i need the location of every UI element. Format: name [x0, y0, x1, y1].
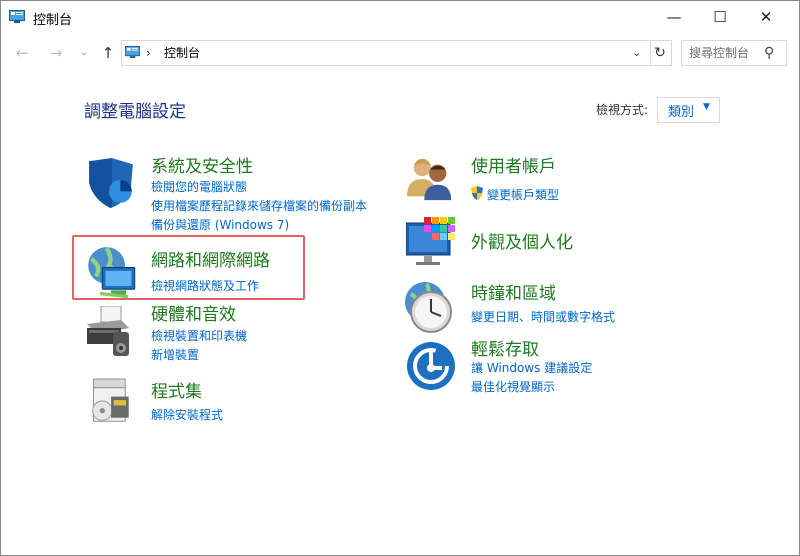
devices-printers-link[interactable]: 檢視裝置和印表機: [151, 327, 247, 344]
network-status-link[interactable]: 檢視網路狀態及工作: [151, 277, 259, 294]
arrow-right-icon: →: [49, 44, 63, 62]
close-button[interactable]: ✕: [743, 1, 789, 33]
hardware-sound-link[interactable]: 硬體和音效: [151, 300, 236, 325]
user-accounts-link[interactable]: 使用者帳戶: [471, 152, 556, 177]
change-account-type-link[interactable]: 變更帳戶類型: [487, 186, 559, 203]
close-icon: ✕: [759, 8, 773, 26]
address-dropdown-icon[interactable]: ⌄: [632, 43, 641, 63]
recent-locations-button[interactable]: ⌄: [73, 42, 95, 64]
file-history-backup-link[interactable]: 使用檔案歷程記錄來儲存檔案的備份副本: [151, 197, 367, 214]
appearance-icon: [406, 217, 455, 265]
optimize-visual-display-link[interactable]: 最佳化視覺顯示: [471, 378, 555, 395]
view-by-label: 檢視方式:: [596, 103, 649, 117]
ease-of-access-link[interactable]: 輕鬆存取: [471, 335, 539, 360]
clock-region-link[interactable]: 時鐘和區域: [471, 279, 556, 304]
minimize-icon: —: [666, 8, 682, 26]
forward-button[interactable]: →: [45, 42, 67, 64]
clock-icon: [405, 282, 452, 333]
change-date-time-format-link[interactable]: 變更日期、時間或數字格式: [471, 308, 615, 325]
arrow-up-icon: ↑: [101, 44, 115, 62]
network-icon: [88, 247, 136, 299]
system-security-link[interactable]: 系統及安全性: [151, 152, 253, 177]
page-title: 調整電腦設定: [84, 102, 186, 122]
breadcrumb-control-panel[interactable]: 控制台: [164, 43, 200, 63]
control-panel-icon: [125, 46, 140, 58]
uninstall-program-link[interactable]: 解除安裝程式: [151, 406, 223, 423]
review-computer-status-link[interactable]: 檢閱您的電腦狀態: [151, 178, 247, 195]
uac-shield-icon: [471, 186, 483, 200]
shield-icon: [89, 158, 133, 208]
caret-down-icon: ▼: [703, 102, 710, 112]
users-icon: [407, 158, 452, 201]
window-title: 控制台: [33, 13, 73, 28]
refresh-icon: ↻: [654, 45, 666, 61]
search-icon[interactable]: ⚲: [764, 42, 774, 64]
title-bar[interactable]: 控制台 — ☐ ✕: [1, 1, 799, 33]
programs-link[interactable]: 程式集: [151, 377, 202, 402]
back-button[interactable]: ←: [11, 42, 33, 64]
add-device-link[interactable]: 新增裝置: [151, 346, 199, 363]
minimize-button[interactable]: —: [651, 1, 697, 33]
ease-of-access-icon: [407, 342, 455, 390]
view-by-value: 類別: [668, 105, 695, 120]
search-input[interactable]: 搜尋控制台: [689, 43, 749, 63]
refresh-button[interactable]: ↻: [649, 40, 672, 66]
arrow-left-icon: ←: [15, 44, 29, 62]
search-box[interactable]: 搜尋控制台 ⚲: [681, 40, 787, 66]
maximize-button[interactable]: ☐: [697, 1, 743, 33]
view-by-dropdown[interactable]: 類別 ▼: [657, 97, 720, 123]
network-internet-link[interactable]: 網路和網際網路: [151, 246, 270, 271]
programs-icon: [92, 378, 129, 422]
breadcrumb-separator-icon[interactable]: ›: [146, 43, 151, 63]
control-panel-icon: [9, 10, 25, 23]
address-bar[interactable]: › 控制台 ⌄: [121, 40, 651, 66]
maximize-icon: ☐: [713, 8, 727, 26]
appearance-personalization-link[interactable]: 外觀及個人化: [471, 228, 573, 253]
chevron-down-icon: ⌄: [79, 47, 89, 58]
printer-icon: [87, 306, 129, 356]
let-windows-suggest-link[interactable]: 讓 Windows 建議設定: [471, 359, 592, 376]
navigation-bar: ← → ⌄ ↑ › 控制台 ⌄ ↻ 搜尋控制台 ⚲: [1, 37, 799, 71]
control-panel-window: 控制台 — ☐ ✕ ← → ⌄ ↑ › 控制台 ⌄ ↻ 搜尋控制台 ⚲ 調整電腦…: [0, 0, 800, 556]
backup-restore-link[interactable]: 備份與還原 (Windows 7): [151, 216, 289, 233]
up-button[interactable]: ↑: [97, 42, 119, 64]
